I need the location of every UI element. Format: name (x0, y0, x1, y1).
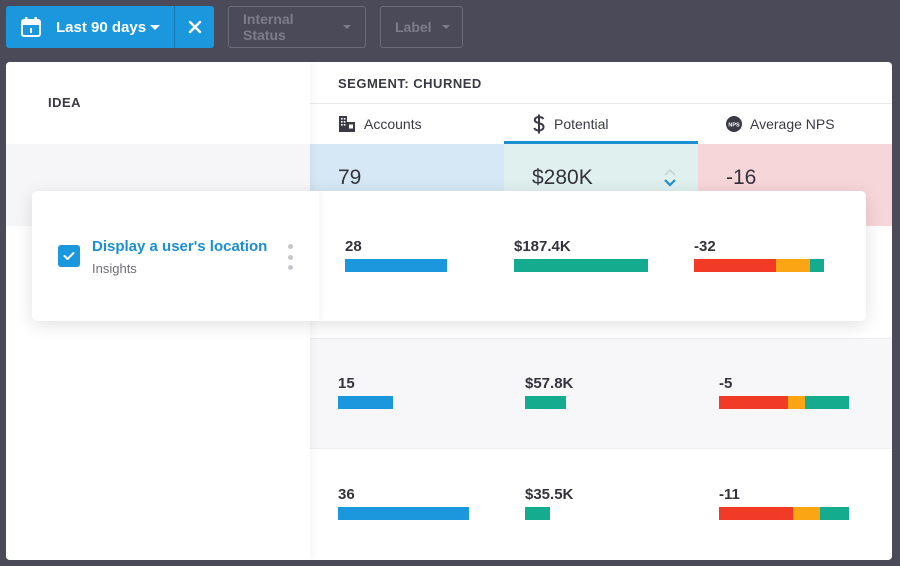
caret-down-icon (441, 25, 450, 29)
calendar-icon (21, 17, 41, 37)
nps-promoter-segment (804, 396, 849, 409)
label-filter-label: Label (395, 19, 432, 35)
nps-metric: -32 (694, 238, 824, 272)
date-range-label: Last 90 days (56, 18, 147, 36)
table-row-dragging[interactable]: Display a user's location Insights 28 $1… (32, 191, 866, 321)
tab-average-nps-label: Average NPS (750, 116, 835, 132)
nps-metric: -5 (719, 375, 849, 409)
nps-value: -5 (719, 375, 733, 392)
checkmark-icon (63, 252, 75, 260)
summary-potential: $280K (532, 166, 593, 189)
tab-average-nps[interactable]: NPS Average NPS (698, 104, 892, 144)
more-options-icon[interactable] (286, 244, 294, 270)
potential-value: $57.8K (525, 375, 574, 392)
close-icon (188, 20, 201, 34)
dollar-icon (532, 114, 546, 134)
nps-promoter-segment (820, 507, 849, 520)
accounts-value: 15 (338, 375, 355, 392)
idea-category: Insights (92, 261, 137, 276)
nps-passive-segment (775, 259, 810, 272)
nps-passive-segment (787, 396, 805, 409)
potential-bar (525, 396, 566, 409)
nps-promoter-segment (809, 259, 824, 272)
label-filter[interactable]: Label (380, 6, 463, 48)
nps-value: -11 (719, 486, 740, 503)
potential-metric: $35.5K (525, 486, 573, 520)
internal-status-filter[interactable]: Internal Status (228, 6, 366, 48)
clear-date-button[interactable] (174, 6, 214, 48)
building-icon (338, 115, 356, 133)
row-checkbox-checked[interactable] (58, 245, 80, 267)
accounts-value: 28 (345, 238, 362, 255)
nps-detractor-segment (719, 507, 794, 520)
segment-header: SEGMENT: CHURNED (310, 62, 892, 104)
caret-down-icon (150, 24, 160, 30)
tab-accounts-label: Accounts (364, 116, 422, 132)
accounts-metric: 15 (338, 375, 393, 409)
potential-metric: $57.8K (525, 375, 573, 409)
segment-title: SEGMENT: CHURNED (338, 76, 482, 91)
nps-bar (719, 396, 849, 409)
potential-metric: $187.4K (514, 238, 648, 272)
potential-bar (514, 259, 648, 272)
tab-accounts[interactable]: Accounts (310, 104, 504, 144)
potential-bar (525, 507, 550, 520)
sort-descending-icon[interactable] (662, 166, 678, 190)
nps-bar (719, 507, 849, 520)
nps-detractor-segment (694, 259, 776, 272)
accounts-bar (338, 396, 393, 409)
nps-bar (694, 259, 824, 272)
metric-tabs: Accounts Potential NPS Average NPS (310, 104, 892, 144)
nps-detractor-segment (719, 396, 788, 409)
accounts-value: 36 (338, 486, 355, 503)
date-range-dropdown[interactable]: Last 90 days (6, 6, 174, 48)
caret-down-icon (343, 25, 351, 29)
potential-value: $187.4K (514, 238, 571, 255)
accounts-bar (338, 507, 469, 520)
filter-toolbar: Last 90 days Internal Status Label (6, 6, 463, 48)
accounts-bar (345, 259, 447, 272)
nps-badge-icon: NPS (726, 116, 742, 132)
accounts-metric: 28 (345, 238, 447, 272)
tab-potential-label: Potential (554, 116, 609, 132)
idea-title-link[interactable]: Display a user's location (92, 238, 267, 255)
internal-status-label: Internal Status (243, 11, 294, 43)
idea-column-header: IDEA (48, 95, 82, 110)
nps-metric: -11 (719, 486, 849, 520)
tab-potential[interactable]: Potential (504, 104, 698, 144)
svg-text:NPS: NPS (728, 122, 740, 128)
idea-cell: Display a user's location Insights (32, 191, 319, 321)
nps-passive-segment (793, 507, 821, 520)
nps-value: -32 (694, 238, 716, 255)
accounts-metric: 36 (338, 486, 469, 520)
potential-value: $35.5K (525, 486, 574, 503)
